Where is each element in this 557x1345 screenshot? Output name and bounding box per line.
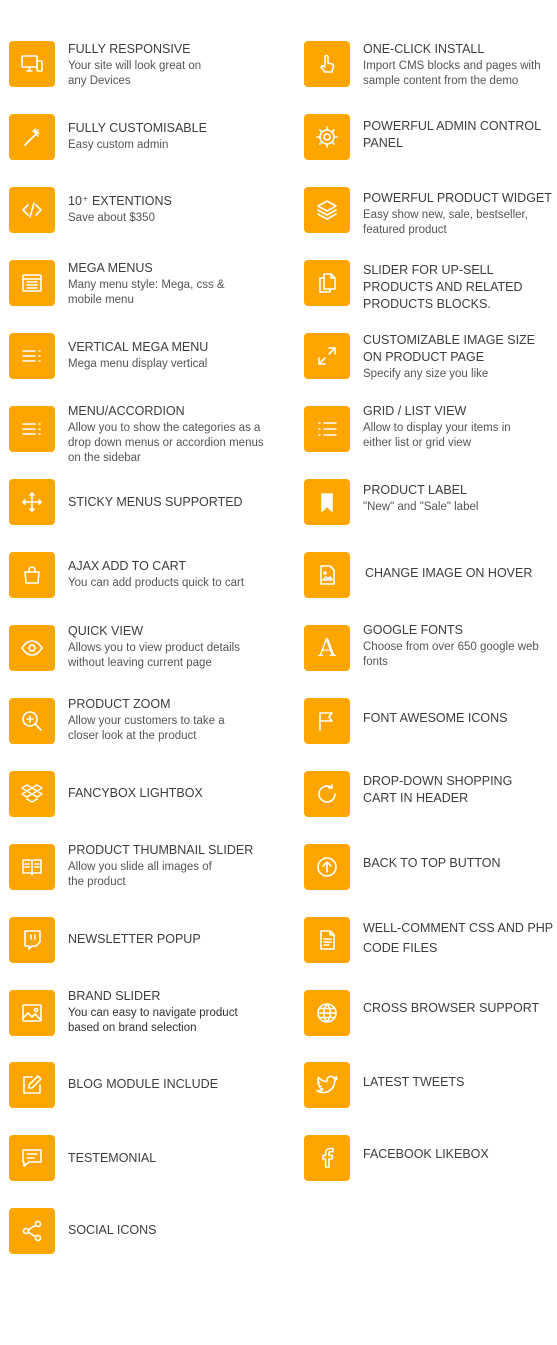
feature-desc: Allows you to view product details witho… bbox=[68, 642, 240, 669]
hand-pointer-icon bbox=[304, 41, 350, 87]
copy-files-icon bbox=[304, 260, 350, 306]
bookmark-icon bbox=[304, 479, 350, 525]
feature-desc: Choose from over 650 google web fonts bbox=[363, 641, 539, 668]
code-icon bbox=[9, 187, 55, 233]
feature-title: MENU/ACCORDION bbox=[68, 404, 185, 418]
feature-desc: Mega menu display vertical bbox=[68, 358, 208, 370]
share-icon bbox=[9, 1208, 55, 1254]
feature-title: LATEST TWEETS bbox=[363, 1075, 465, 1089]
edit-icon bbox=[9, 1062, 55, 1108]
refresh-icon bbox=[304, 771, 350, 817]
feature-title: DROP-DOWN SHOPPING CART IN HEADER bbox=[363, 774, 513, 805]
vertical-menu-icon bbox=[9, 333, 55, 379]
shopping-bag-icon bbox=[9, 552, 55, 598]
feature-desc: Allow you slide all images of the produc… bbox=[68, 861, 212, 888]
eye-icon bbox=[9, 625, 55, 671]
feature-title: MEGA MENUS bbox=[68, 261, 153, 275]
feature-title: FULLY RESPONSIVE bbox=[68, 42, 191, 56]
feature-title: BLOG MODULE INCLUDE bbox=[68, 1077, 219, 1091]
document-icon bbox=[304, 917, 350, 963]
feature-title: BRAND SLIDER bbox=[68, 989, 161, 1003]
feature-title: CHANGE IMAGE ON HOVER bbox=[365, 566, 533, 580]
feature-desc: Your site will look great on any Devices bbox=[68, 60, 202, 87]
expand-icon bbox=[304, 333, 350, 379]
feature-desc: Allow your customers to take a closer lo… bbox=[68, 715, 225, 742]
feature-title: FANCYBOX LIGHTBOX bbox=[68, 786, 203, 800]
feature-title: TESTEMONIAL bbox=[68, 1151, 157, 1165]
feature-title: QUICK VIEW bbox=[68, 624, 144, 638]
feature-title: BACK TO TOP BUTTON bbox=[363, 856, 501, 870]
zoom-in-icon bbox=[9, 698, 55, 744]
accordion-menu-icon bbox=[9, 406, 55, 452]
feature-title: FONT AWESOME ICONS bbox=[363, 711, 508, 725]
twitter-icon bbox=[304, 1062, 350, 1108]
arrow-up-circle-icon bbox=[304, 844, 350, 890]
feature-desc: You can add products quick to cart bbox=[68, 577, 245, 589]
gear-icon bbox=[304, 114, 350, 160]
picture-file-icon bbox=[304, 552, 350, 598]
magic-wand-icon bbox=[9, 114, 55, 160]
list-icon bbox=[304, 406, 350, 452]
flag-icon bbox=[304, 698, 350, 744]
feature-desc: "New" and "Sale" label bbox=[363, 501, 479, 513]
twitch-icon bbox=[9, 917, 55, 963]
feature-title: VERTICAL MEGA MENU bbox=[68, 340, 209, 354]
globe-icon bbox=[304, 990, 350, 1036]
feature-desc: Allow to display your items in either li… bbox=[363, 422, 511, 449]
feature-title: NEWSLETTER POPUP bbox=[68, 932, 201, 946]
feature-title: 10⁺ EXTENTIONS bbox=[68, 194, 172, 208]
mega-menu-icon bbox=[9, 260, 55, 306]
feature-title: AJAX ADD TO CART bbox=[68, 559, 187, 573]
feature-desc: Specify any size you like bbox=[363, 368, 489, 380]
feature-desc: Save about $350 bbox=[68, 212, 155, 224]
layers-icon bbox=[304, 187, 350, 233]
feature-desc: You can easy to navigate product based o… bbox=[68, 1007, 238, 1034]
feature-title: STICKY MENUS SUPPORTED bbox=[68, 495, 243, 509]
font-icon: A bbox=[304, 625, 350, 671]
devices-icon bbox=[9, 41, 55, 87]
feature-title: FACEBOOK LIKEBOX bbox=[363, 1147, 489, 1161]
feature-desc: Easy custom admin bbox=[68, 139, 169, 151]
feature-desc: Import CMS blocks and pages with sample … bbox=[363, 60, 541, 87]
feature-title: FULLY CUSTOMISABLE bbox=[68, 121, 207, 135]
feature-title: SOCIAL ICONS bbox=[68, 1223, 157, 1237]
feature-title: SLIDER FOR UP-SELL PRODUCTS AND RELATED … bbox=[363, 263, 523, 311]
comment-icon bbox=[9, 1135, 55, 1181]
feature-desc: Easy show new, sale, bestseller, feature… bbox=[363, 209, 528, 236]
feature-title: POWERFUL ADMIN CONTROL PANEL bbox=[363, 119, 541, 150]
feature-title: PRODUCT THUMBNAIL SLIDER bbox=[68, 843, 254, 857]
book-icon bbox=[9, 844, 55, 890]
feature-title: POWERFUL PRODUCT WIDGET bbox=[363, 191, 552, 205]
feature-title: GOOGLE FONTS bbox=[363, 623, 464, 637]
feature-title: CUSTOMIZABLE IMAGE SIZE ON PRODUCT PAGE bbox=[363, 333, 536, 364]
feature-title: GRID / LIST VIEW bbox=[363, 404, 467, 418]
feature-title: PRODUCT ZOOM bbox=[68, 697, 171, 711]
dropbox-icon bbox=[9, 771, 55, 817]
facebook-icon bbox=[304, 1135, 350, 1181]
feature-title: PRODUCT LABEL bbox=[363, 483, 467, 497]
feature-title: CROSS BROWSER SUPPORT bbox=[363, 1001, 540, 1015]
feature-title: WELL-COMMENT CSS AND PHP CODE FILES bbox=[363, 921, 553, 955]
image-icon bbox=[9, 990, 55, 1036]
feature-desc: Many menu style: Mega, css & mobile menu bbox=[68, 279, 225, 306]
feature-desc: Allow you to show the categories as a dr… bbox=[68, 422, 264, 464]
feature-title: ONE-CLICK INSTALL bbox=[363, 42, 485, 56]
move-arrows-icon bbox=[9, 479, 55, 525]
